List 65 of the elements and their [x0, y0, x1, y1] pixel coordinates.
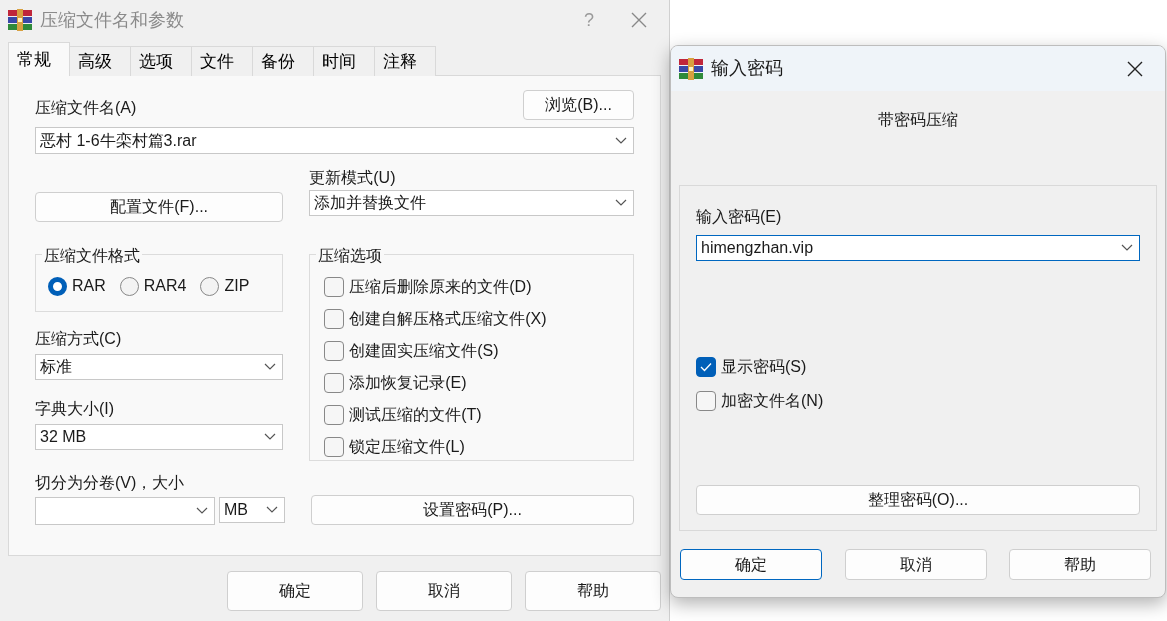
field-label: 切分为分卷(V)，大小 — [35, 473, 186, 493]
checkbox-option[interactable]: 压缩后删除原来的文件(D) — [324, 275, 633, 299]
field-label: 压缩方式(C) — [35, 329, 123, 349]
dictionary-combo-box[interactable]: 32 MB — [35, 424, 284, 450]
checkbox-option[interactable]: 显示密码(S) — [696, 355, 1140, 379]
unit-combo-box[interactable]: MB — [219, 497, 285, 523]
radio-button[interactable] — [200, 276, 220, 296]
checkbox-option[interactable]: 测试压缩的文件(T) — [324, 403, 633, 427]
update-mode-combo-box[interactable]: 添加并替换文件 — [309, 190, 634, 216]
tab[interactable]: 备份 — [252, 46, 314, 76]
checkbox[interactable] — [324, 373, 345, 393]
radio-button[interactable] — [119, 276, 139, 296]
tab[interactable]: 文件 — [191, 46, 253, 76]
browse-button[interactable]: 浏览(B)... — [523, 90, 634, 120]
field-label: 更新模式(U) — [309, 168, 397, 188]
checkbox-option[interactable]: 添加恢复记录(E) — [324, 371, 633, 395]
field-label: 字典大小(I) — [35, 399, 116, 419]
checkbox-option[interactable]: 创建固实压缩文件(S) — [324, 339, 633, 363]
field-label: 压缩文件名(A) — [35, 98, 137, 118]
radio-option[interactable]: ZIP — [200, 274, 250, 298]
dialog-button[interactable]: 帮助 — [1009, 549, 1151, 580]
checkbox[interactable] — [324, 309, 345, 329]
organize-button[interactable]: 整理密码(O)... — [696, 485, 1140, 515]
checkbox-option[interactable]: 锁定压缩文件(L) — [324, 435, 633, 459]
chevron-down-icon[interactable] — [615, 199, 627, 207]
tab[interactable]: 常规 — [8, 42, 70, 76]
chevron-down-icon[interactable] — [266, 506, 278, 514]
chevron-down-icon[interactable] — [1121, 244, 1133, 252]
window-title: 压缩文件名和参数 — [40, 8, 184, 32]
checkbox[interactable] — [324, 405, 345, 425]
checkbox[interactable] — [324, 437, 345, 457]
profiles-button[interactable]: 配置文件(F)... — [35, 192, 284, 222]
dialog-button[interactable]: 帮助 — [525, 571, 661, 611]
chevron-down-icon[interactable] — [264, 363, 277, 371]
chevron-down-icon[interactable] — [264, 433, 277, 441]
checkbox-option[interactable]: 创建自解压格式压缩文件(X) — [324, 307, 633, 331]
chevron-down-icon[interactable] — [615, 136, 627, 145]
close-icon[interactable] — [1127, 60, 1143, 77]
radio-button[interactable] — [48, 276, 67, 296]
tab[interactable]: 注释 — [374, 46, 436, 76]
books-stack-icon — [679, 57, 703, 80]
books-stack-icon — [8, 9, 32, 31]
checkbox[interactable] — [324, 341, 345, 361]
tab[interactable]: 选项 — [130, 46, 192, 76]
checkbox-option[interactable]: 加密文件名(N) — [696, 389, 1140, 413]
tab[interactable]: 高级 — [69, 46, 131, 76]
radio-option[interactable]: RAR4 — [119, 274, 187, 298]
dialog-button[interactable]: 确定 — [227, 571, 363, 611]
dialog-button[interactable]: 取消 — [376, 571, 512, 611]
check-icon — [700, 362, 712, 372]
checkbox[interactable] — [696, 357, 716, 377]
method-combo-box[interactable]: 标准 — [35, 354, 284, 380]
password-combo-box[interactable]: himengzhan.vip — [696, 235, 1140, 261]
set-password-button[interactable]: 设置密码(P)... — [311, 495, 634, 525]
radio-option[interactable]: RAR — [48, 274, 106, 298]
filename-combo-box[interactable]: 恶村 1-6牛栾村篇3.rar — [35, 127, 634, 154]
checkbox[interactable] — [324, 277, 345, 297]
dialog-button[interactable]: 确定 — [680, 549, 822, 580]
dialog-heading: 带密码压缩 — [878, 111, 958, 128]
window-title: 输入密码 — [711, 57, 783, 80]
checkbox[interactable] — [696, 391, 716, 411]
chevron-down-icon[interactable] — [196, 507, 208, 515]
dialog-button[interactable]: 取消 — [844, 549, 987, 580]
field-label: 输入密码(E) — [696, 207, 783, 227]
tab[interactable]: 时间 — [313, 46, 375, 76]
